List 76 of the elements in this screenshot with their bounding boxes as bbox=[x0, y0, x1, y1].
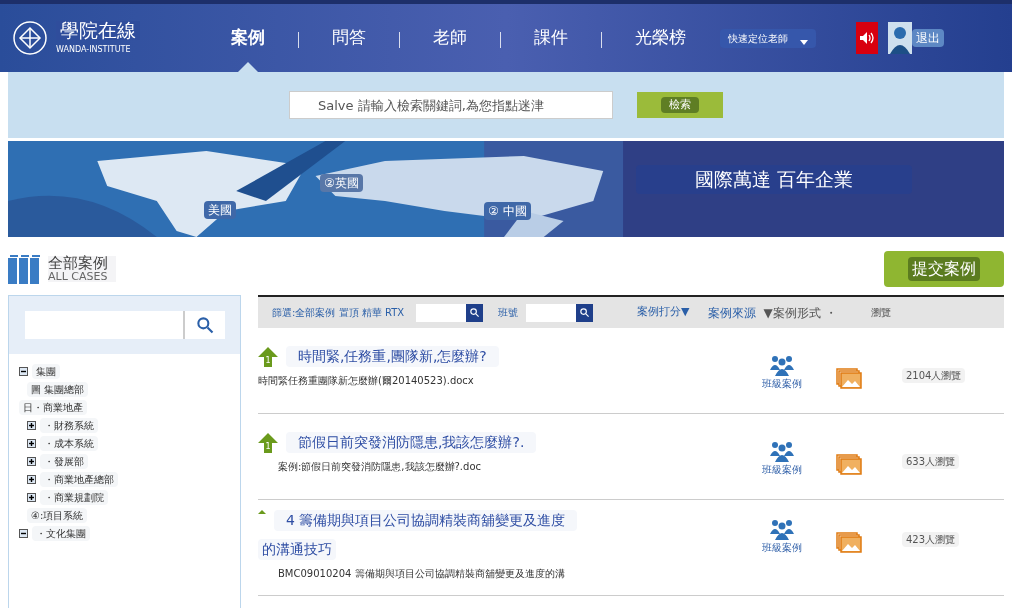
map-label: ②英國 bbox=[320, 174, 363, 192]
group-icon bbox=[770, 518, 794, 540]
expand-icon[interactable] bbox=[27, 492, 36, 502]
tree-search-button[interactable] bbox=[184, 311, 225, 339]
caret-icon bbox=[800, 39, 808, 45]
expand-icon[interactable] bbox=[27, 420, 36, 430]
case-title[interactable]: 時間緊,任務重,團隊新,怎麼辦? bbox=[286, 346, 499, 367]
image-icon bbox=[836, 532, 862, 554]
rank-badge: 1 bbox=[258, 346, 278, 367]
view-count: 423人瀏覽 bbox=[902, 532, 960, 547]
search-button[interactable] bbox=[466, 303, 484, 322]
banner-slogan: 國際萬達 百年企業 bbox=[636, 165, 912, 194]
filter-field[interactable] bbox=[416, 303, 467, 322]
teacher-dropdown[interactable]: 快速定位老師 bbox=[720, 28, 816, 48]
file-name: 時間緊任務重團隊新怎麼辦(爾20140523).docx bbox=[258, 374, 475, 388]
case-source: 班級案例 bbox=[762, 377, 802, 391]
nav-tab[interactable]: 光榮榜 bbox=[631, 4, 690, 72]
view-count: 2104人瀏覽 bbox=[902, 368, 966, 383]
tree-item[interactable]: ・發展部 bbox=[40, 453, 88, 469]
expand-icon[interactable] bbox=[27, 438, 36, 448]
case-source: 班級案例 bbox=[762, 463, 802, 477]
collapse-icon[interactable] bbox=[19, 366, 28, 376]
rank-badge: 1 bbox=[258, 432, 278, 453]
file-name: 案例:節假日前突發消防隱患,我該怎麼辦?.doc bbox=[277, 460, 482, 474]
column-header[interactable]: ▼案例形式 ・ bbox=[763, 303, 837, 322]
submit-case-button[interactable]: 提交案例 bbox=[884, 251, 1004, 287]
column-header[interactable]: 案例來源 bbox=[707, 303, 756, 322]
tree-item[interactable]: 圖 集團總部 bbox=[27, 381, 89, 397]
class-field[interactable] bbox=[526, 303, 577, 322]
case-source: 班級案例 bbox=[762, 541, 802, 555]
case-title[interactable]: 節假日前突發消防隱患,我該怎麼辦?. bbox=[286, 432, 537, 453]
image-icon bbox=[836, 368, 862, 390]
nav-tab[interactable]: 老師 bbox=[429, 4, 471, 72]
tree-item[interactable]: 集團 bbox=[32, 363, 60, 379]
nav-tab[interactable]: 課件 bbox=[530, 4, 572, 72]
class-label: 班號 bbox=[498, 306, 519, 320]
group-icon bbox=[770, 440, 794, 462]
search-button[interactable] bbox=[576, 303, 594, 322]
case-title[interactable]: 的溝通技巧 bbox=[258, 539, 336, 560]
search-icon bbox=[194, 315, 215, 335]
file-name: BMC09010204 籌備期與項目公司協調精裝商舖變更及進度的溝 bbox=[277, 567, 566, 581]
logo-icon bbox=[12, 20, 48, 56]
map-label: ② 中國 bbox=[484, 202, 531, 220]
logout-button[interactable]: 退出 bbox=[912, 29, 944, 47]
expand-icon[interactable] bbox=[27, 456, 36, 466]
section-title: 全部案例 bbox=[48, 256, 108, 271]
speaker-icon bbox=[860, 32, 874, 44]
column-header[interactable]: 案例打分▼ bbox=[637, 304, 690, 321]
expand-icon[interactable] bbox=[27, 474, 36, 484]
tree-item[interactable]: ・成本系統 bbox=[40, 435, 98, 451]
tree-item[interactable]: ・財務系統 bbox=[40, 417, 98, 433]
tree-item[interactable]: ・文化集團 bbox=[32, 525, 90, 541]
tree-search-field[interactable] bbox=[24, 311, 185, 339]
section-subtitle: ALL CASES bbox=[48, 271, 108, 282]
search-field[interactable]: Salve 請輸入檢索關鍵詞,為您指點迷津 bbox=[289, 91, 613, 119]
collapse-icon[interactable] bbox=[19, 528, 28, 538]
search-icon bbox=[579, 307, 591, 318]
logo-subtext: WANDA-INSTITUTE bbox=[56, 43, 132, 56]
group-icon bbox=[770, 354, 794, 376]
column-header[interactable]: 瀏覽 bbox=[870, 305, 891, 320]
case-title[interactable]: 4 籌備期與項目公司協調精裝商舖變更及進度 bbox=[274, 510, 578, 531]
search-icon bbox=[469, 307, 481, 318]
sound-button[interactable] bbox=[856, 22, 878, 54]
arrow-icon bbox=[258, 510, 266, 514]
tree-item[interactable]: 日・商業地產 bbox=[19, 399, 87, 415]
image-icon bbox=[836, 454, 862, 476]
books-icon bbox=[8, 254, 40, 284]
tree-item[interactable]: ④:項目系統 bbox=[27, 507, 88, 523]
nav-tab[interactable]: 問答 bbox=[328, 4, 370, 72]
map-label: 美國 bbox=[204, 201, 236, 219]
search-button[interactable]: 檢索 bbox=[637, 92, 723, 118]
filter-links[interactable]: 篩選:全部案例 置頂 精華 RTX bbox=[272, 305, 405, 320]
tree-item[interactable]: ・商業地產總部 bbox=[40, 471, 118, 487]
avatar-icon bbox=[888, 22, 912, 54]
view-count: 633人瀏覽 bbox=[902, 454, 960, 469]
tree-item[interactable]: ・商業規劃院 bbox=[40, 489, 108, 505]
